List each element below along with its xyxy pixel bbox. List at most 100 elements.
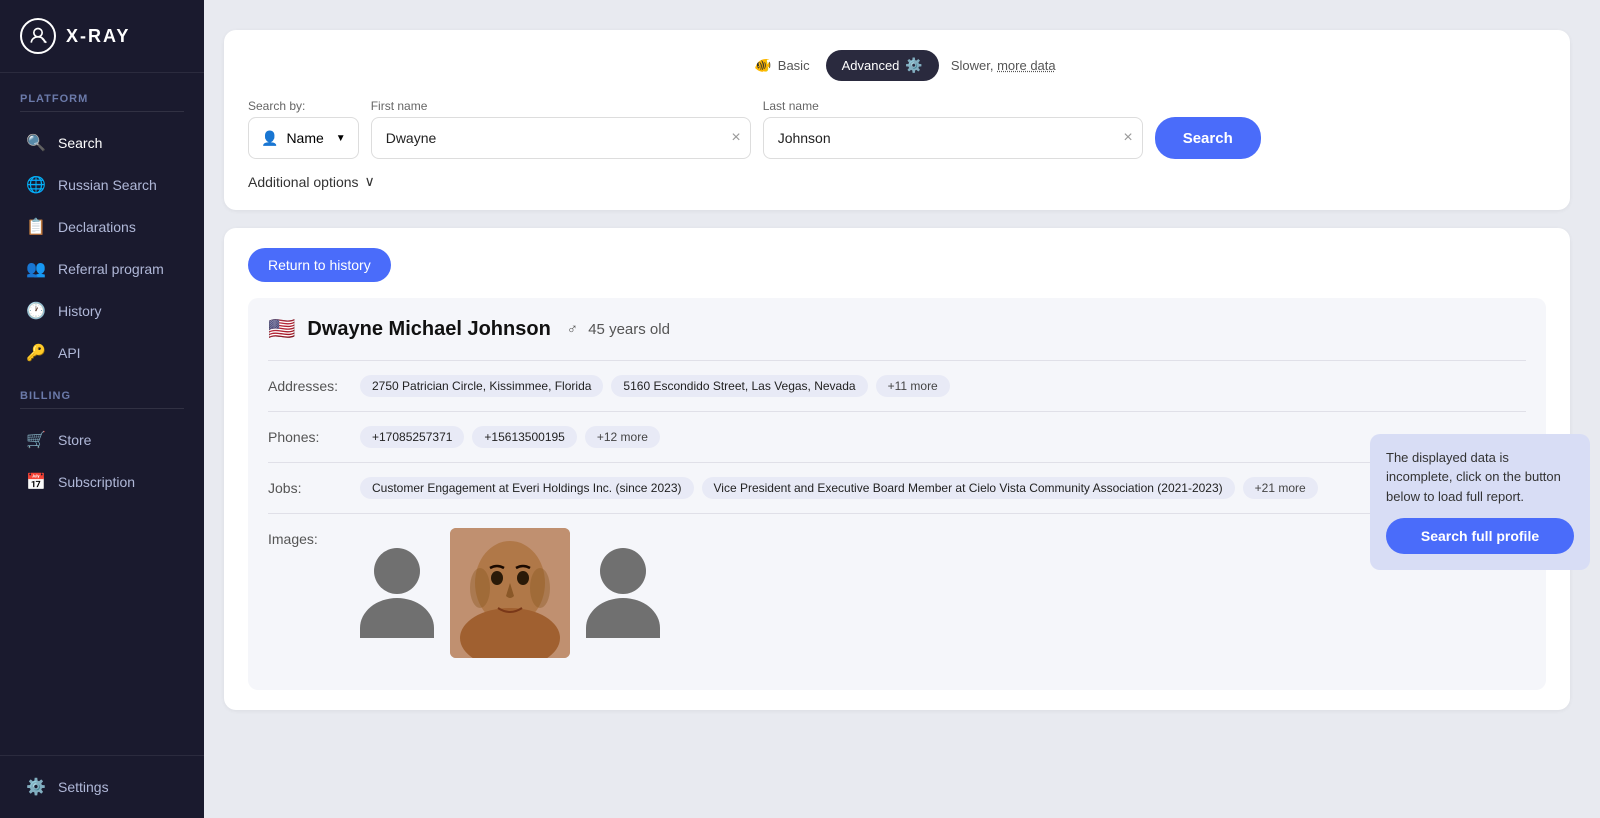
logo-text: X-RAY <box>66 26 130 47</box>
sidebar-item-settings[interactable]: ⚙️ Settings <box>6 767 198 807</box>
mode-toggle: 🐠 Basic Advanced ⚙️ Slower, more data <box>248 50 1546 81</box>
person-photo <box>450 528 570 658</box>
jobs-more-tag[interactable]: +21 more <box>1243 477 1318 499</box>
silhouette-1 <box>360 548 434 638</box>
declarations-icon: 📋 <box>26 217 46 237</box>
sidebar: X-RAY Platform 🔍 Search 🌐 Russian Search… <box>0 0 204 818</box>
logo: X-RAY <box>0 0 204 73</box>
search-icon: 🔍 <box>26 133 46 153</box>
mode-basic-button[interactable]: 🐠 Basic <box>738 50 825 81</box>
sil-head-2 <box>600 548 646 594</box>
job-tag-1: Vice President and Executive Board Membe… <box>702 477 1235 499</box>
first-name-clear-button[interactable]: × <box>731 130 740 146</box>
basic-mode-icon: 🐠 <box>754 57 771 74</box>
mode-advanced-label: Advanced <box>842 58 900 73</box>
jobs-field: Jobs: Customer Engagement at Everi Holdi… <box>268 462 1526 513</box>
history-icon: 🕐 <box>26 301 46 321</box>
platform-divider <box>20 111 184 112</box>
addresses-field: Addresses: 2750 Patrician Circle, Kissim… <box>268 360 1526 411</box>
tooltip-text: The displayed data is incomplete, click … <box>1386 448 1574 507</box>
last-name-wrap: × <box>763 117 1143 159</box>
sidebar-item-subscription-label: Subscription <box>58 474 135 490</box>
additional-options-label: Additional options <box>248 174 359 190</box>
sidebar-item-referral-label: Referral program <box>58 261 164 277</box>
billing-divider <box>20 408 184 409</box>
logo-icon <box>20 18 56 54</box>
last-name-input[interactable] <box>763 117 1143 159</box>
referral-icon: 👥 <box>26 259 46 279</box>
results-card: Return to history 🇺🇸 Dwayne Michael John… <box>224 228 1570 710</box>
phones-field: Phones: +17085257371 +15613500195 +12 mo… <box>268 411 1526 462</box>
mode-basic-label: Basic <box>778 58 810 73</box>
first-name-group: First name × <box>371 99 751 159</box>
sidebar-item-declarations-label: Declarations <box>58 219 136 235</box>
sidebar-item-russian-search[interactable]: 🌐 Russian Search <box>6 165 198 205</box>
us-flag: 🇺🇸 <box>268 316 295 342</box>
gender-symbol: ♂ <box>567 321 578 338</box>
chevron-down-icon: ▼ <box>336 133 346 144</box>
search-card: 🐠 Basic Advanced ⚙️ Slower, more data Se… <box>224 30 1570 210</box>
jobs-tags: Customer Engagement at Everi Holdings In… <box>360 477 1526 499</box>
search-by-group: Search by: 👤 Name ▼ <box>248 99 359 159</box>
first-name-wrap: × <box>371 117 751 159</box>
sidebar-item-history[interactable]: 🕐 History <box>6 291 198 331</box>
slower-text: Slower, more data <box>951 58 1056 73</box>
sidebar-bottom: ⚙️ Settings <box>0 755 204 818</box>
sidebar-item-search-label: Search <box>58 135 102 151</box>
person-header: 🇺🇸 Dwayne Michael Johnson ♂ 45 years old <box>268 316 1526 342</box>
phones-label: Phones: <box>268 426 348 445</box>
search-full-profile-button[interactable]: Search full profile <box>1386 518 1574 554</box>
person-name: Dwayne Michael Johnson <box>307 318 550 341</box>
addresses-tags: 2750 Patrician Circle, Kissimmee, Florid… <box>360 375 1526 397</box>
address-more-tag[interactable]: +11 more <box>876 375 950 397</box>
settings-icon: ⚙️ <box>26 777 46 797</box>
phones-more-tag[interactable]: +12 more <box>585 426 660 448</box>
search-by-value: Name <box>286 130 323 146</box>
main-content: 🐠 Basic Advanced ⚙️ Slower, more data Se… <box>204 0 1600 818</box>
sil-body-1 <box>360 598 434 638</box>
address-tag-1: 5160 Escondido Street, Las Vegas, Nevada <box>611 375 867 397</box>
russian-search-icon: 🌐 <box>26 175 46 195</box>
billing-section-label: Billing <box>0 374 204 408</box>
search-by-label: Search by: <box>248 99 359 113</box>
search-button[interactable]: Search <box>1155 117 1261 159</box>
sidebar-item-api[interactable]: 🔑 API <box>6 333 198 373</box>
sidebar-item-history-label: History <box>58 303 102 319</box>
sidebar-item-store-label: Store <box>58 432 91 448</box>
return-to-history-button[interactable]: Return to history <box>248 248 391 282</box>
sidebar-item-store[interactable]: 🛒 Store <box>6 420 198 460</box>
additional-options[interactable]: Additional options ∨ <box>248 173 375 190</box>
advanced-mode-icon: ⚙️ <box>905 57 922 74</box>
sidebar-item-russian-search-label: Russian Search <box>58 177 157 193</box>
silhouette-2 <box>586 548 660 638</box>
more-data-link[interactable]: more data <box>997 58 1056 73</box>
search-row: Search by: 👤 Name ▼ First name × Last na… <box>248 99 1546 159</box>
sil-head-1 <box>374 548 420 594</box>
gender-age: ♂ 45 years old <box>567 321 670 338</box>
phone-tag-0: +17085257371 <box>360 426 464 448</box>
images-label: Images: <box>268 528 348 547</box>
jobs-label: Jobs: <box>268 477 348 496</box>
person-card: 🇺🇸 Dwayne Michael Johnson ♂ 45 years old… <box>248 298 1546 690</box>
store-icon: 🛒 <box>26 430 46 450</box>
first-name-input[interactable] <box>371 117 751 159</box>
first-name-label: First name <box>371 99 751 113</box>
phone-tag-1: +15613500195 <box>472 426 576 448</box>
sidebar-item-declarations[interactable]: 📋 Declarations <box>6 207 198 247</box>
last-name-group: Last name × <box>763 99 1143 159</box>
job-tag-0: Customer Engagement at Everi Holdings In… <box>360 477 694 499</box>
sidebar-item-search[interactable]: 🔍 Search <box>6 123 198 163</box>
phones-tags: +17085257371 +15613500195 +12 more <box>360 426 1526 448</box>
sil-body-2 <box>586 598 660 638</box>
results-outer: Return to history 🇺🇸 Dwayne Michael John… <box>224 228 1570 710</box>
sidebar-item-subscription[interactable]: 📅 Subscription <box>6 462 198 502</box>
last-name-clear-button[interactable]: × <box>1123 130 1132 146</box>
images-row <box>360 528 1526 658</box>
search-by-select[interactable]: 👤 Name ▼ <box>248 117 359 159</box>
last-name-label: Last name <box>763 99 1143 113</box>
sidebar-item-referral[interactable]: 👥 Referral program <box>6 249 198 289</box>
addresses-label: Addresses: <box>268 375 348 394</box>
mode-advanced-button[interactable]: Advanced ⚙️ <box>826 50 939 81</box>
chevron-down-icon: ∨ <box>365 173 375 190</box>
person-icon: 👤 <box>261 130 278 147</box>
